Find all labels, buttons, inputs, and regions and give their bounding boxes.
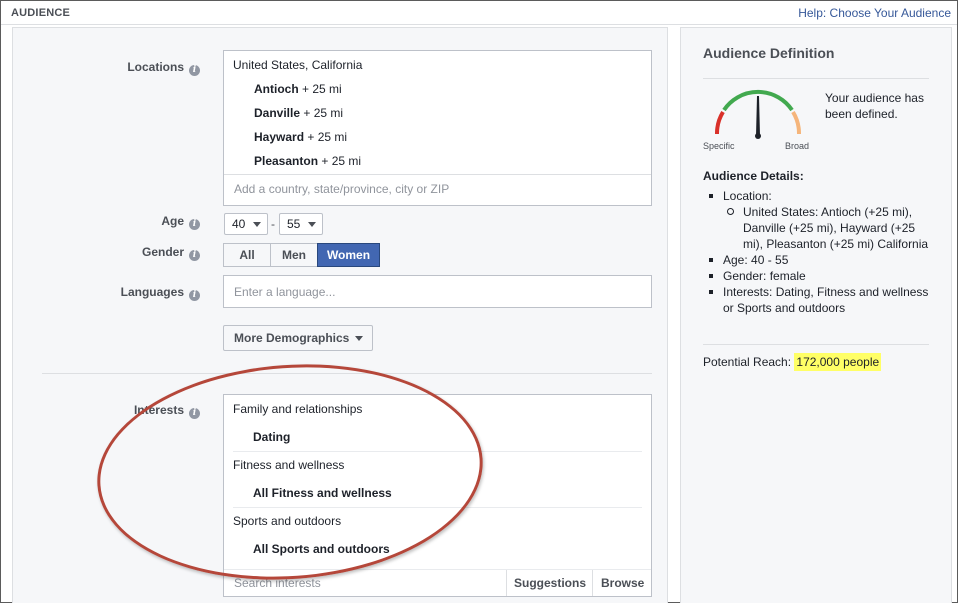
interests-footer: Search interests Suggestions Browse bbox=[224, 569, 651, 596]
city-name: Hayward bbox=[254, 130, 305, 144]
detail-age: Age: 40 - 55 bbox=[703, 252, 933, 268]
audience-form-panel: Locations i United States, California Ant… bbox=[12, 27, 668, 603]
reach-value: 172,000 people bbox=[794, 353, 882, 371]
city-name: Danville bbox=[254, 106, 301, 120]
definition-divider bbox=[703, 344, 929, 345]
audience-definition-panel: Audience Definition Specific Broad Your … bbox=[680, 27, 952, 603]
locations-divider bbox=[224, 174, 651, 175]
definition-title: Audience Definition bbox=[703, 45, 835, 61]
interests-label: Interests i bbox=[0, 403, 200, 419]
gender-all-button[interactable]: All bbox=[223, 243, 271, 267]
locations-label: Locations i bbox=[0, 60, 200, 76]
languages-placeholder: Enter a language... bbox=[234, 285, 336, 299]
info-icon[interactable]: i bbox=[189, 219, 200, 230]
footer-divider bbox=[592, 570, 593, 596]
detail-location-value: United States: Antioch (+25 mi), Danvill… bbox=[723, 204, 933, 252]
detail-interests: Interests: Dating, Fitness and wellness … bbox=[703, 284, 933, 316]
info-icon[interactable]: i bbox=[189, 250, 200, 261]
interest-divider bbox=[233, 451, 642, 452]
age-max-select[interactable]: 55 bbox=[279, 213, 323, 235]
chevron-down-icon bbox=[253, 222, 261, 227]
city-radius: + 25 mi bbox=[303, 106, 344, 120]
info-icon[interactable]: i bbox=[189, 408, 200, 419]
audience-gauge-icon bbox=[714, 89, 802, 139]
age-separator: - bbox=[271, 217, 275, 231]
location-city[interactable]: Danville + 25 mi bbox=[254, 106, 343, 120]
chevron-down-icon bbox=[308, 222, 316, 227]
gender-label: Gender i bbox=[0, 245, 200, 261]
gauge-specific-label: Specific bbox=[703, 141, 735, 151]
info-icon[interactable]: i bbox=[189, 290, 200, 301]
gender-women-button[interactable]: Women bbox=[317, 243, 380, 267]
interest-item[interactable]: All Sports and outdoors bbox=[253, 542, 390, 556]
city-radius: + 25 mi bbox=[302, 82, 342, 96]
browse-button[interactable]: Browse bbox=[601, 576, 644, 590]
help-link[interactable]: Help: Choose Your Audience bbox=[798, 6, 951, 20]
languages-label: Languages i bbox=[0, 285, 200, 301]
city-name: Pleasanton bbox=[254, 154, 319, 168]
location-city[interactable]: Antioch + 25 mi bbox=[254, 82, 342, 96]
location-city[interactable]: Hayward + 25 mi bbox=[254, 130, 347, 144]
interest-item[interactable]: All Fitness and wellness bbox=[253, 486, 392, 500]
city-radius: + 25 mi bbox=[321, 154, 362, 168]
info-icon[interactable]: i bbox=[189, 65, 200, 76]
audience-status: Your audience has been defined. bbox=[825, 91, 924, 121]
age-label: Age i bbox=[0, 214, 200, 230]
section-divider bbox=[42, 373, 652, 374]
section-title: AUDIENCE bbox=[11, 7, 71, 19]
interest-item[interactable]: Dating bbox=[253, 430, 290, 444]
gauge-broad-label: Broad bbox=[785, 141, 810, 151]
more-demographics-button[interactable]: More Demographics bbox=[223, 325, 373, 351]
interest-category: Fitness and wellness bbox=[233, 458, 345, 472]
location-input[interactable]: Add a country, state/province, city or Z… bbox=[234, 182, 449, 196]
languages-input[interactable]: Enter a language... bbox=[223, 275, 652, 308]
search-interests-input[interactable]: Search interests bbox=[234, 576, 321, 590]
interest-category: Sports and outdoors bbox=[233, 514, 342, 528]
definition-divider bbox=[703, 78, 929, 79]
location-country: United States, California bbox=[233, 58, 363, 72]
details-title: Audience Details: bbox=[703, 169, 804, 183]
gender-men-button[interactable]: Men bbox=[270, 243, 318, 267]
section-header: AUDIENCE Help: Choose Your Audience bbox=[1, 1, 957, 25]
footer-divider bbox=[506, 570, 507, 596]
suggestions-button[interactable]: Suggestions bbox=[514, 576, 586, 590]
age-min-select[interactable]: 40 bbox=[224, 213, 268, 235]
interests-box[interactable]: Family and relationships Dating Fitness … bbox=[223, 394, 652, 597]
city-radius: + 25 mi bbox=[307, 130, 348, 144]
chevron-down-icon bbox=[355, 336, 363, 341]
interest-category: Family and relationships bbox=[233, 402, 363, 416]
interest-divider bbox=[233, 507, 642, 508]
detail-location: Location: United States: Antioch (+25 mi… bbox=[703, 188, 933, 252]
audience-details: Location: United States: Antioch (+25 mi… bbox=[703, 188, 933, 316]
location-city[interactable]: Pleasanton + 25 mi bbox=[254, 154, 361, 168]
detail-gender: Gender: female bbox=[703, 268, 933, 284]
locations-box[interactable]: United States, California Antioch + 25 m… bbox=[223, 50, 652, 206]
potential-reach: Potential Reach: 172,000 people bbox=[703, 353, 882, 371]
city-name: Antioch bbox=[254, 82, 299, 96]
